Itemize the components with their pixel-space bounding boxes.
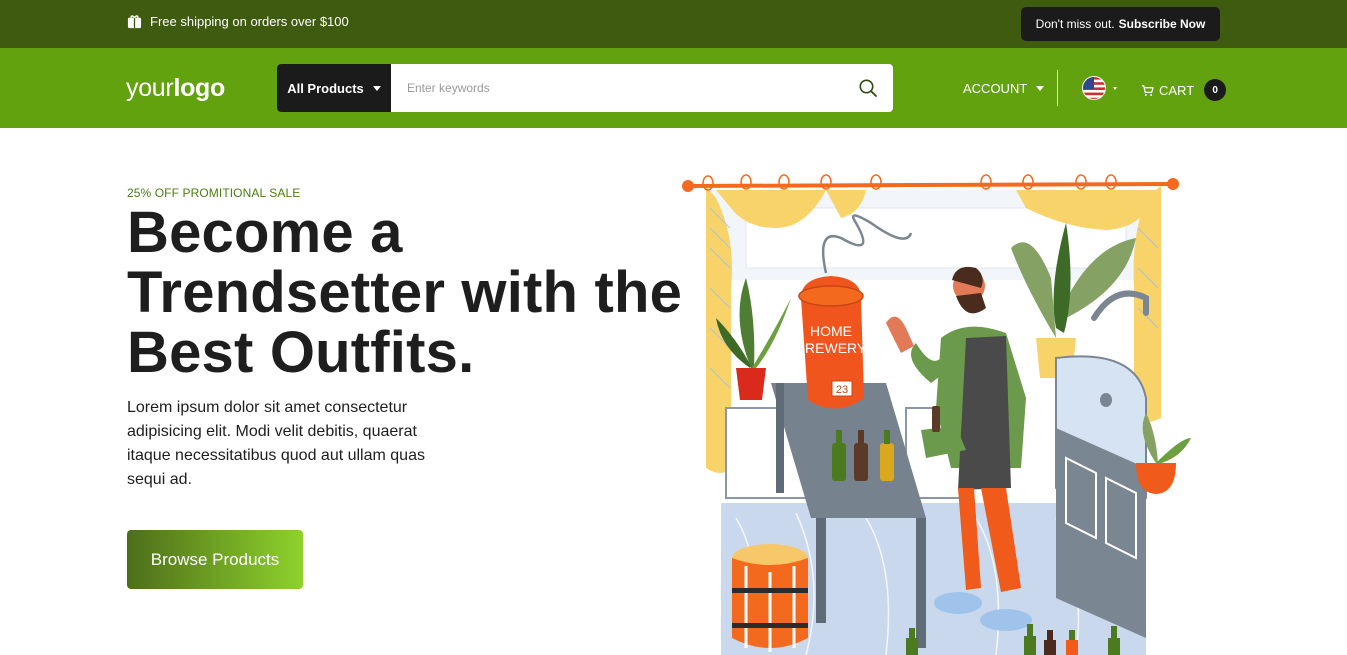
site-logo[interactable]: yourlogo bbox=[126, 74, 225, 103]
gift-icon bbox=[127, 15, 142, 29]
cart-icon bbox=[1141, 84, 1154, 96]
category-label: All Products bbox=[287, 80, 364, 96]
top-bar: Free shipping on orders over $100 Don't … bbox=[0, 0, 1347, 48]
kettle-text-home: HOME bbox=[810, 323, 852, 339]
search-bar: All Products bbox=[277, 64, 893, 112]
shipping-text: Free shipping on orders over $100 bbox=[150, 14, 349, 29]
account-menu[interactable]: ACCOUNT bbox=[963, 81, 1045, 96]
subscribe-prefix: Don't miss out. bbox=[1035, 17, 1115, 31]
browse-products-button[interactable]: Browse Products bbox=[127, 530, 303, 589]
promo-label: 25% OFF PROMITIONAL SALE bbox=[127, 186, 301, 200]
subscribe-banner[interactable]: Don't miss out. Subscribe Now bbox=[1021, 7, 1220, 41]
language-caret-icon[interactable] bbox=[1113, 87, 1117, 90]
us-flag-icon[interactable] bbox=[1082, 76, 1106, 100]
subscribe-link[interactable]: Subscribe Now bbox=[1119, 17, 1206, 31]
logo-light: your bbox=[126, 74, 174, 102]
kettle-text-brewery: BREWERY bbox=[796, 340, 867, 356]
search-input[interactable] bbox=[391, 64, 843, 112]
logo-bold: logo bbox=[173, 74, 225, 102]
caret-down-icon bbox=[1036, 86, 1045, 91]
plant-pot-left bbox=[736, 368, 766, 400]
shipping-notice: Free shipping on orders over $100 bbox=[127, 14, 349, 29]
hero-description: Lorem ipsum dolor sit amet consectetur a… bbox=[127, 399, 425, 488]
main-header: yourlogo All Products ACCOUNT bbox=[0, 48, 1347, 128]
search-icon bbox=[859, 79, 877, 97]
category-dropdown[interactable]: All Products bbox=[277, 64, 391, 112]
header-divider bbox=[1057, 70, 1058, 106]
home-brewery-illustration: HOME BREWERY 23 bbox=[682, 174, 1191, 655]
cart-count-badge: 0 bbox=[1204, 79, 1227, 101]
account-label: ACCOUNT bbox=[963, 81, 1028, 96]
caret-down-icon bbox=[372, 85, 381, 91]
search-button[interactable] bbox=[843, 64, 893, 112]
cart-label: CART bbox=[1159, 82, 1195, 98]
kettle-number: 23 bbox=[836, 384, 848, 396]
cart-button[interactable]: CART 0 bbox=[1141, 79, 1227, 101]
hero-headline: Become a Trendsetter with the Best Outfi… bbox=[127, 200, 683, 385]
